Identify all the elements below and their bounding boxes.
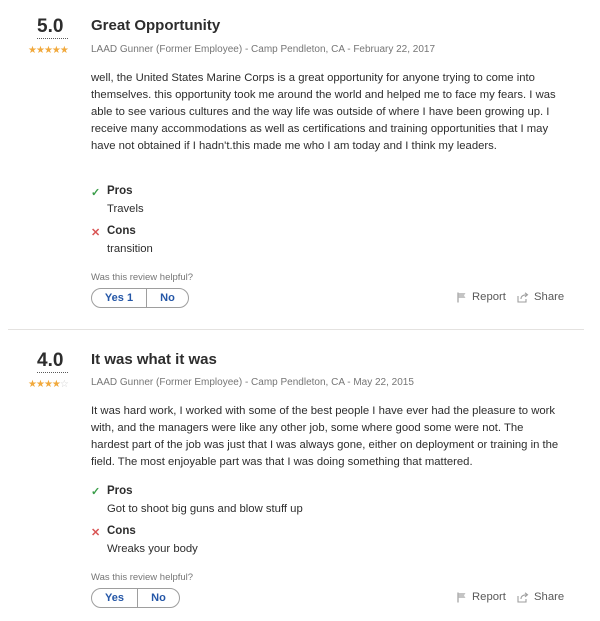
star-icon: ★ [28,379,37,390]
pros-text: Got to shoot big guns and blow stuff up [107,503,303,515]
star-icon: ★ [43,379,53,390]
star-icon: ★ [59,45,69,56]
pros-text: Travels [107,203,144,215]
rating-value: 5.0 [37,16,64,37]
share-icon [517,591,529,603]
report-label: Report [472,291,506,303]
checkmark-icon: ✓ [91,187,101,199]
report-button[interactable]: Report [457,291,506,303]
share-label: Share [534,591,565,603]
star-icon: ★ [35,379,45,390]
flag-icon [457,292,466,302]
rating-underline [37,372,68,373]
pros-label: Pros [107,485,133,497]
rating-value: 4.0 [37,350,64,371]
share-icon [517,291,529,303]
no-button[interactable]: No [138,589,179,607]
report-button[interactable]: Report [457,591,506,603]
star-icon: ★ [51,379,61,390]
flag-icon [457,592,466,602]
review-body: well, the United States Marine Corps is … [91,72,556,152]
share-label: Share [534,291,565,303]
review-divider [8,329,584,330]
yes-button[interactable]: Yes [92,589,137,607]
yes-button[interactable]: Yes 1 [92,289,146,307]
cons-text: transition [107,243,153,255]
helpful-vote-group: Yes No [91,588,180,608]
review-title: It was what it was [91,351,217,368]
star-icon: ★ [51,45,61,56]
review-meta: LAAD Gunner (Former Employee) - Camp Pen… [91,377,414,388]
cons-label: Cons [107,525,136,537]
review-meta: LAAD Gunner (Former Employee) - Camp Pen… [91,44,436,55]
helpful-vote-group: Yes 1 No [91,288,189,308]
star-icon: ★ [28,45,37,56]
star-rating: ★★★★☆ [28,379,69,390]
checkmark-icon: ✓ [91,486,101,498]
review-title: Great Opportunity [91,17,221,34]
cons-text: Wreaks your body [107,543,198,555]
no-button[interactable]: No [147,289,188,307]
star-icon: ☆ [59,379,69,390]
report-label: Report [472,591,506,603]
star-rating: ★★★★★ [28,45,69,56]
star-icon: ★ [35,45,45,56]
helpful-question: Was this review helpful? [91,272,194,283]
pros-label: Pros [107,185,133,197]
helpful-question: Was this review helpful? [91,572,194,583]
share-button[interactable]: Share [517,291,564,303]
star-icon: ★ [43,45,53,56]
x-icon: ✕ [91,227,101,239]
cons-label: Cons [107,225,136,237]
review-card: 5.0 ★★★★★ Great Opportunity LAAD Gunner … [0,0,600,330]
review-card: 4.0 ★★★★☆ It was what it was LAAD Gunner… [0,333,600,621]
x-icon: ✕ [91,527,101,539]
rating-underline [37,38,68,39]
review-body: It was hard work, I worked with some of … [91,405,559,468]
share-button[interactable]: Share [517,591,564,603]
